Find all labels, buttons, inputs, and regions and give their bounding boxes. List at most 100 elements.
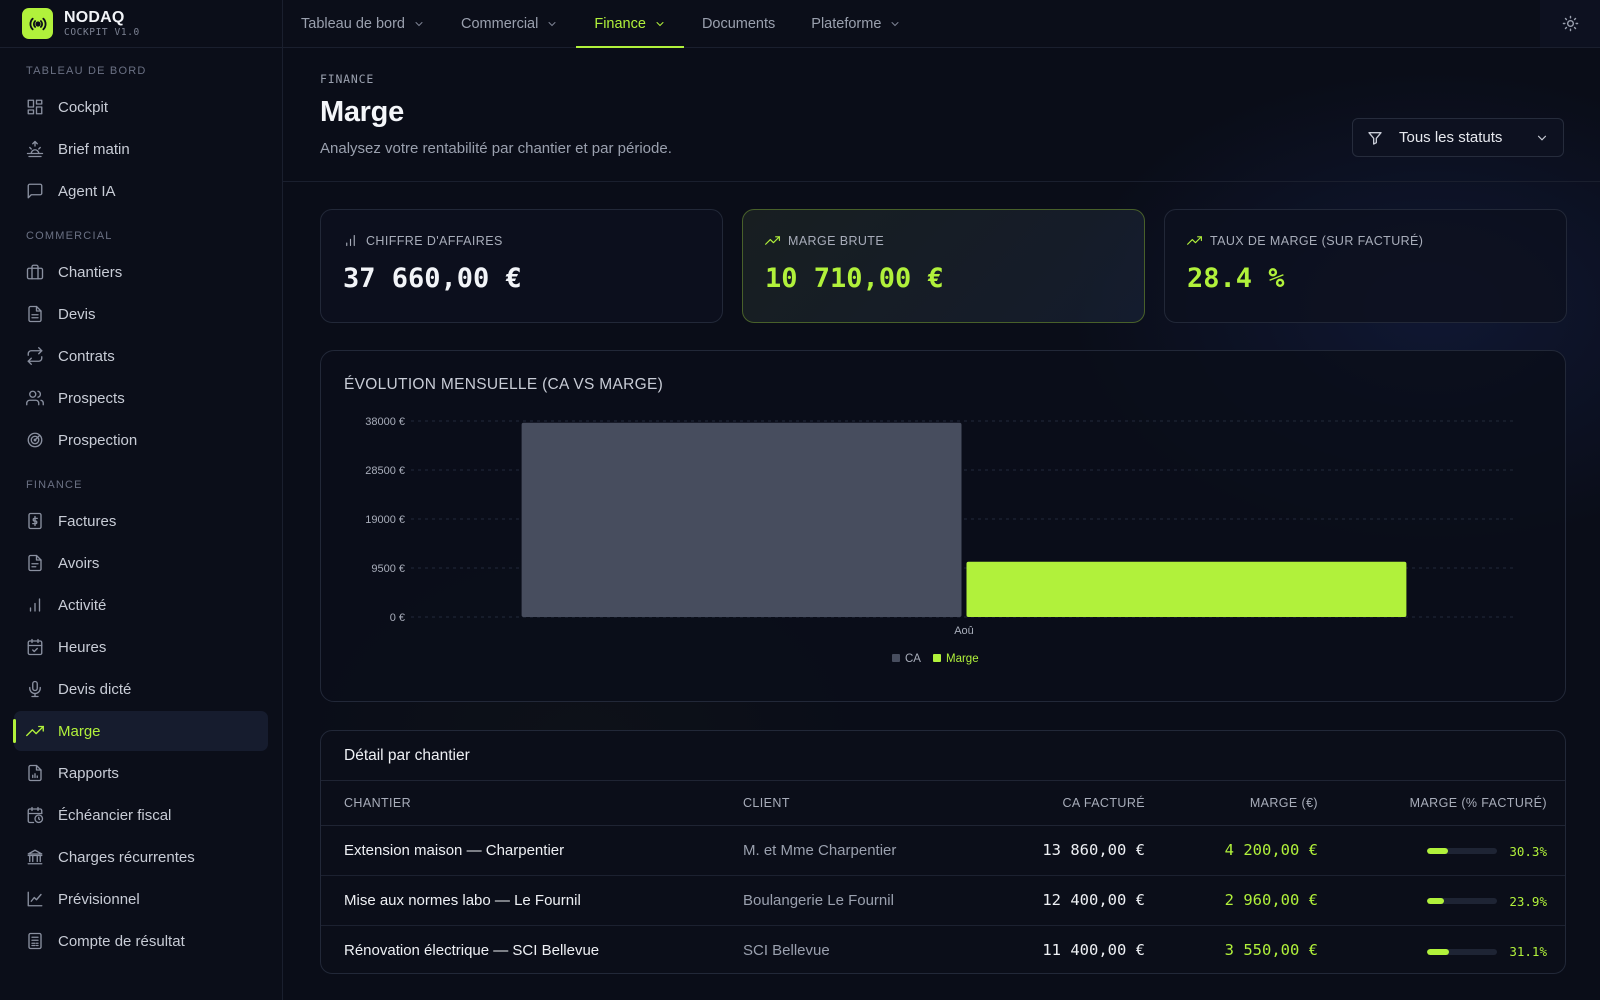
cell-ca-facture: 13 860,00 €: [975, 825, 1145, 876]
kpi-label: TAUX DE MARGE (SUR FACTURÉ): [1210, 233, 1424, 248]
document-icon: [26, 305, 44, 323]
margin-progress-fill: [1427, 948, 1449, 955]
sidebar-item-cockpit[interactable]: Cockpit: [14, 87, 268, 127]
sidebar-item-label: Charges récurrentes: [58, 848, 195, 866]
sidebar-item-previsionnel[interactable]: Prévisionnel: [14, 879, 268, 919]
calendar-clock-icon: [26, 806, 44, 824]
sun-icon: [1562, 15, 1579, 32]
kpi-card-taux-de-marge-sur-facture: TAUX DE MARGE (SUR FACTURÉ) 28.4 %: [1164, 209, 1567, 323]
sidebar-item-label: Prospects: [58, 389, 125, 407]
radar-icon: [26, 431, 44, 449]
users-icon: [26, 389, 44, 407]
sidebar-item-label: Devis: [58, 305, 96, 323]
kpi-card-marge-brute: MARGE BRUTE 10 710,00 €: [742, 209, 1145, 323]
brand-name: NODAQ: [64, 8, 125, 26]
sidebar-item-label: Factures: [58, 512, 117, 530]
tab-tableau-de-bord[interactable]: Tableau de bord: [283, 0, 443, 47]
sidebar-item-devis[interactable]: Devis: [14, 294, 268, 334]
tab-label: Finance: [594, 15, 646, 32]
sidebar-item-marge[interactable]: Marge: [13, 711, 268, 751]
table-row[interactable]: Mise aux normes labo — Le Fournil Boulang…: [321, 875, 1565, 926]
page-header: FINANCE Marge Analysez votre rentabilité…: [283, 48, 1600, 182]
trending-up-icon: [765, 233, 780, 248]
cell-marge: 2 960,00 €: [1145, 875, 1318, 926]
ledger-icon: [26, 932, 44, 950]
chevron-down-icon: [413, 18, 425, 30]
page-eyebrow: FINANCE: [320, 72, 375, 86]
sidebar-item-rapports[interactable]: Rapports: [14, 753, 268, 793]
sidebar-item-activite[interactable]: Activité: [14, 585, 268, 625]
nav-section-commercial: COMMERCIAL Chantiers Devis Contrats Prospect…: [0, 213, 282, 460]
column-header-marge[interactable]: MARGE (€): [1145, 781, 1318, 826]
cell-chantier: Extension maison — Charpentier: [321, 825, 743, 876]
kpi-label-row: TAUX DE MARGE (SUR FACTURÉ): [1187, 233, 1544, 248]
cell-marge: 3 550,00 €: [1224, 941, 1318, 960]
column-header-client[interactable]: CLIENT: [743, 781, 975, 826]
sidebar-item-brief-matin[interactable]: Brief matin: [14, 129, 268, 169]
tab-plateforme[interactable]: Plateforme: [793, 0, 919, 47]
column-header-chantier[interactable]: CHANTIER: [321, 781, 743, 826]
sidebar-nav: TABLEAU DE BORD Cockpit Brief matin Agent I…: [0, 48, 282, 961]
trending-up-icon: [1187, 233, 1202, 248]
sunrise-icon: [26, 140, 44, 158]
nav-section-tableau-de-bord: TABLEAU DE BORD Cockpit Brief matin Agent I…: [0, 48, 282, 211]
sidebar-item-prospects[interactable]: Prospects: [14, 378, 268, 418]
cell-ca-facture: 12 400,00 €: [975, 875, 1145, 926]
margin-progress-bar: [1427, 898, 1497, 905]
status-filter-select[interactable]: Tous les statuts: [1352, 118, 1564, 157]
margin-progress-bar: [1427, 848, 1497, 855]
x-tick-label: Aoû: [954, 625, 974, 637]
cell-chantier: Rénovation électrique — SCI Bellevue: [344, 941, 600, 959]
sidebar-item-label: Échéancier fiscal: [58, 806, 172, 824]
tab-documents[interactable]: Documents: [684, 0, 793, 47]
table-row[interactable]: Extension maison — Charpentier M. et Mme …: [321, 825, 1565, 876]
sidebar-item-chantiers[interactable]: Chantiers: [14, 252, 268, 292]
line-chart-icon: [26, 890, 44, 908]
cell-ca-facture: 11 400,00 €: [1042, 941, 1145, 960]
sidebar-item-label: Activité: [58, 596, 107, 614]
chevron-down-icon: [1535, 131, 1549, 145]
sidebar-item-contrats[interactable]: Contrats: [14, 336, 268, 376]
bank-icon: [26, 848, 44, 866]
column-header-marge-facture[interactable]: MARGE (% FACTURÉ): [1318, 781, 1565, 826]
monthly-chart-card: ÉVOLUTION MENSUELLE (CA VS MARGE) 0 €950…: [320, 350, 1566, 702]
column-header-ca-facture[interactable]: CA FACTURÉ: [975, 781, 1145, 826]
tab-commercial[interactable]: Commercial: [443, 0, 576, 47]
monthly-bar-chart: 0 € 9500 € 19000 € 28500 € 38000 € Aoû CA Marge: [365, 416, 1517, 665]
trending-up-icon: [26, 722, 44, 740]
sidebar-item-prospection[interactable]: Prospection: [14, 420, 268, 460]
sidebar-item-factures[interactable]: Factures: [14, 501, 268, 541]
nav-section-title: COMMERCIAL: [26, 230, 113, 242]
sidebar-item-avoirs[interactable]: Avoirs: [14, 543, 268, 583]
y-tick-label: 28500 €: [365, 465, 405, 477]
cell-marge: 4 200,00 €: [1145, 825, 1318, 876]
sidebar-item-charges-recurrentes[interactable]: Charges récurrentes: [14, 837, 268, 877]
sidebar-item-label: Chantiers: [58, 263, 123, 281]
sidebar-item-compte-de-resultat[interactable]: Compte de résultat: [14, 921, 268, 961]
legend-swatch-marge: [933, 654, 941, 662]
kpi-label-row: MARGE BRUTE: [765, 233, 1122, 248]
margin-progress-fill: [1427, 848, 1449, 855]
sidebar-item-label: Cockpit: [58, 98, 109, 116]
kpi-label: CHIFFRE D'AFFAIRES: [366, 233, 503, 248]
brand[interactable]: NODAQ COCKPIT V1.0: [0, 0, 282, 48]
margin-pct-text: 23.9%: [1509, 893, 1547, 909]
table-row[interactable]: Rénovation électrique — SCI Bellevue SCI …: [321, 925, 1565, 973]
sidebar-item-heures[interactable]: Heures: [14, 627, 268, 667]
sidebar-item-agent-ia[interactable]: Agent IA: [14, 171, 268, 211]
sidebar-item-devis-dicte[interactable]: Devis dicté: [14, 669, 268, 709]
sidebar-item-label: Heures: [58, 638, 107, 656]
sidebar-item-echeancier-fiscal[interactable]: Échéancier fiscal: [14, 795, 268, 835]
bar-marge: [966, 561, 1407, 617]
chevron-down-icon: [889, 18, 901, 30]
theme-toggle-button[interactable]: [1540, 0, 1600, 47]
file-text-icon: [26, 554, 44, 572]
sidebar-item-label: Devis dicté: [58, 680, 132, 698]
y-tick-label: 0 €: [390, 612, 405, 624]
table-body: Extension maison — Charpentier M. et Mme …: [321, 825, 1565, 973]
kpi-card-chiffre-d-affaires: CHIFFRE D'AFFAIRES 37 660,00 €: [320, 209, 723, 323]
nav-section-title: FINANCE: [26, 479, 83, 491]
margin-progress-bar: [1427, 948, 1497, 955]
microphone-icon: [26, 680, 44, 698]
tab-finance[interactable]: Finance: [576, 0, 684, 48]
